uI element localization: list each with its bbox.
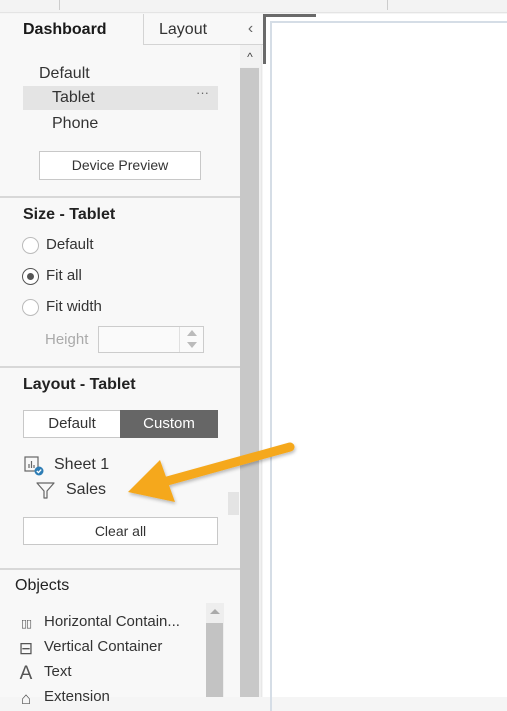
toolbar-separator: [387, 0, 388, 10]
radio-button-checked[interactable]: [22, 268, 39, 285]
device-item-label: Tablet: [52, 89, 95, 106]
canvas-corner-marker: [263, 14, 316, 17]
panel-tabs: Dashboard Layout ‹: [0, 14, 263, 45]
objects-list: ▯▯ Horizontal Contain... ⊟ Vertical Cont…: [0, 609, 240, 707]
object-label: Horizontal Contain...: [44, 613, 180, 630]
tablet-frame: [270, 21, 507, 711]
dashboard-side-panel: Dashboard Layout ‹ Default Tablet ··· Ph…: [0, 14, 263, 707]
section-divider: [0, 366, 240, 368]
toolbar-separator: [59, 0, 60, 10]
height-stepper[interactable]: [179, 327, 203, 352]
vertical-container-icon: ⊟: [18, 639, 34, 658]
height-input[interactable]: [98, 326, 204, 353]
panel-scroll-thumb[interactable]: [240, 68, 259, 697]
section-divider: [0, 568, 240, 570]
section-divider: [0, 196, 240, 198]
scroll-up-icon[interactable]: [210, 609, 220, 614]
radio-label: Default: [46, 236, 94, 253]
clear-all-button[interactable]: Clear all: [23, 517, 218, 545]
panel-scrollbar[interactable]: ^: [240, 45, 262, 697]
object-label: Text: [44, 663, 72, 680]
canvas-corner-marker: [263, 14, 266, 64]
layout-tree-item-filter[interactable]: Sales: [66, 481, 106, 499]
chevron-up-icon[interactable]: ^: [240, 45, 260, 67]
more-options-icon[interactable]: ···: [196, 85, 209, 100]
collapse-panel-button[interactable]: ‹: [238, 14, 263, 45]
layout-section-title: Layout - Tablet: [23, 376, 136, 393]
dashboard-canvas[interactable]: [263, 14, 507, 711]
top-toolbar-strip: [0, 0, 507, 13]
scrollbar-edge: [261, 45, 262, 697]
tree-scrollbar[interactable]: [228, 492, 239, 515]
objects-section-title: Objects: [15, 577, 70, 594]
device-item-tablet[interactable]: Tablet ···: [23, 85, 218, 110]
radio-label: Fit width: [46, 298, 102, 315]
device-preview-button[interactable]: Device Preview: [39, 151, 201, 180]
height-label: Height: [45, 331, 89, 348]
tab-dashboard[interactable]: Dashboard: [0, 14, 143, 45]
layout-mode-toggle: Default Custom: [23, 410, 218, 438]
text-icon: A: [19, 663, 33, 684]
radio-button[interactable]: [22, 237, 39, 254]
horizontal-container-icon: ▯▯: [20, 618, 32, 630]
device-item-phone[interactable]: Phone: [52, 115, 98, 133]
chevron-left-icon: ‹: [247, 20, 254, 37]
extension-icon: ⌂: [20, 689, 32, 708]
stepper-up-icon[interactable]: [187, 330, 197, 336]
sheet-checked-icon: [24, 456, 44, 476]
filter-icon: [36, 482, 55, 499]
layout-tree-item-sheet[interactable]: Sheet 1: [54, 456, 109, 474]
layout-custom-button[interactable]: Custom: [120, 410, 218, 438]
objects-scrollbar[interactable]: [206, 603, 224, 697]
radio-label: Fit all: [46, 267, 82, 284]
size-section-title: Size - Tablet: [23, 206, 116, 223]
radio-button[interactable]: [22, 299, 39, 316]
layout-default-button[interactable]: Default: [24, 411, 120, 437]
scroll-thumb[interactable]: [206, 623, 223, 697]
object-label: Vertical Container: [44, 638, 163, 655]
device-item-default[interactable]: Default: [39, 65, 90, 83]
tab-layout[interactable]: Layout: [143, 14, 238, 45]
stepper-down-icon[interactable]: [187, 342, 197, 348]
